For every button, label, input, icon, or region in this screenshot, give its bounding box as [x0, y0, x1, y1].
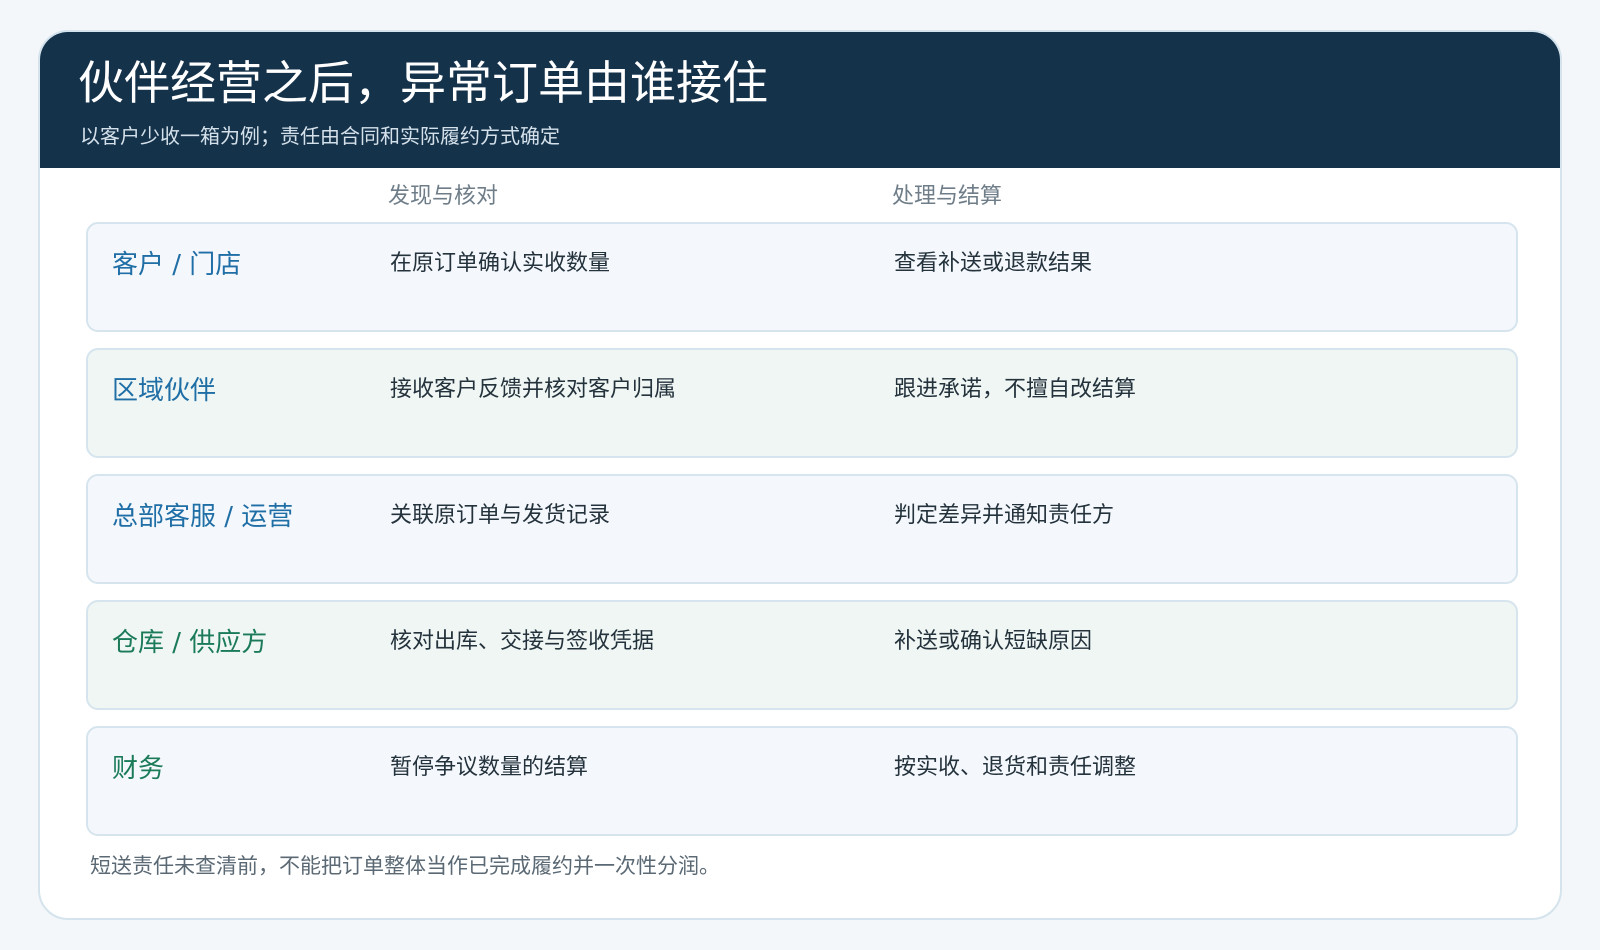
settlement-text-regional-partner: 跟进承诺，不擅自改结算: [894, 377, 1137, 402]
responsibility-row-finance: 财务 暂停争议数量的结算 按实收、退货和责任调整: [86, 726, 1518, 836]
column-header-discovery: 发现与核对: [388, 184, 499, 209]
page-title: 伙伴经营之后，异常订单由谁接住: [78, 56, 768, 110]
settlement-text-hq-service-operations: 判定差异并通知责任方: [894, 503, 1115, 528]
footer-note: 短送责任未查清前，不能把订单整体当作已完成履约并一次性分润。: [90, 854, 720, 878]
responsibility-row-customer-store: 客户 / 门店 在原订单确认实收数量 查看补送或退款结果: [86, 222, 1518, 332]
header-banner: 伙伴经营之后，异常订单由谁接住 以客户少收一箱为例；责任由合同和实际履约方式确定: [40, 32, 1560, 168]
responsibility-row-regional-partner: 区域伙伴 接收客户反馈并核对客户归属 跟进承诺，不擅自改结算: [86, 348, 1518, 458]
column-headers: 发现与核对 处理与结算: [40, 170, 1560, 214]
page-subtitle: 以客户少收一箱为例；责任由合同和实际履约方式确定: [80, 124, 560, 148]
responsibility-list: 客户 / 门店 在原订单确认实收数量 查看补送或退款结果 区域伙伴 接收客户反馈…: [86, 222, 1518, 836]
discovery-text-hq-service-operations: 关联原订单与发货记录: [390, 503, 611, 528]
discovery-text-regional-partner: 接收客户反馈并核对客户归属: [390, 377, 677, 402]
role-label-regional-partner: 区域伙伴: [112, 376, 217, 406]
role-label-customer-store: 客户 / 门店: [112, 250, 242, 280]
column-header-settlement: 处理与结算: [892, 184, 1003, 209]
role-label-hq-service-operations: 总部客服 / 运营: [112, 502, 294, 532]
settlement-text-finance: 按实收、退货和责任调整: [894, 755, 1137, 780]
responsibility-card: 伙伴经营之后，异常订单由谁接住 以客户少收一箱为例；责任由合同和实际履约方式确定…: [38, 30, 1562, 920]
role-label-warehouse-supplier: 仓库 / 供应方: [112, 628, 268, 658]
settlement-text-customer-store: 查看补送或退款结果: [894, 251, 1093, 276]
responsibility-row-hq-service-operations: 总部客服 / 运营 关联原订单与发货记录 判定差异并通知责任方: [86, 474, 1518, 584]
responsibility-row-warehouse-supplier: 仓库 / 供应方 核对出库、交接与签收凭据 补送或确认短缺原因: [86, 600, 1518, 710]
role-label-finance: 财务: [112, 754, 165, 784]
discovery-text-warehouse-supplier: 核对出库、交接与签收凭据: [390, 629, 655, 654]
discovery-text-finance: 暂停争议数量的结算: [390, 755, 589, 780]
discovery-text-customer-store: 在原订单确认实收数量: [390, 251, 611, 276]
settlement-text-warehouse-supplier: 补送或确认短缺原因: [894, 629, 1093, 654]
